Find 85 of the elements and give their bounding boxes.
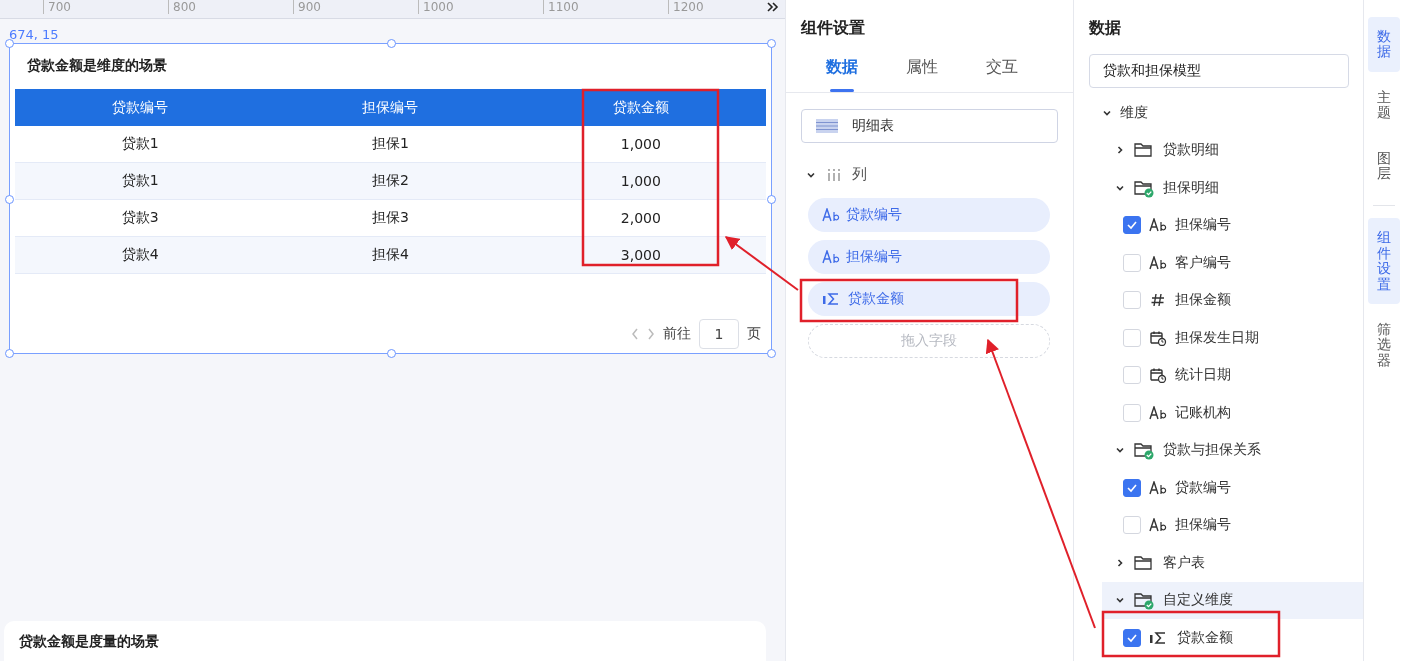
table-cell: 担保3 [265, 199, 516, 237]
text-type-icon [1149, 518, 1167, 533]
ruler-label: 900 [293, 0, 321, 14]
checkmark-icon [1126, 219, 1138, 232]
text-type-icon [1149, 218, 1167, 233]
text-type-icon [1149, 405, 1167, 420]
field-label[interactable]: 担保金额 [1175, 291, 1231, 310]
table-cell: 担保1 [265, 126, 516, 163]
checkbox[interactable] [1123, 478, 1141, 497]
field-label[interactable]: 担保编号 [1175, 516, 1231, 535]
card-title[interactable]: 贷款金额是度量的场景 [4, 621, 766, 661]
resize-handle[interactable] [767, 39, 776, 48]
field-label[interactable]: 贷款金额 [1177, 628, 1233, 647]
panel-title: 组件设置 [800, 17, 866, 39]
field-label[interactable]: 担保发生日期 [1175, 328, 1259, 347]
tab[interactable]: 数据 [802, 52, 882, 92]
tree-group-label[interactable]: 贷款与担保关系 [1163, 441, 1261, 460]
table-cell: 担保4 [265, 236, 516, 274]
table-cell: 1,000 [515, 162, 766, 200]
resize-handle[interactable] [767, 349, 776, 358]
double-chevron-icon[interactable] [767, 2, 779, 12]
chevron-right-icon[interactable] [1115, 557, 1125, 568]
card-title: 贷款金额是维度的场景 [26, 56, 168, 75]
tree-group-label[interactable]: 贷款明细 [1163, 141, 1219, 160]
tree-group-label[interactable]: 自定义维度 [1163, 591, 1233, 610]
model-select[interactable]: 贷款和担保模型 [1089, 54, 1349, 88]
resize-handle[interactable] [386, 349, 396, 358]
field-label[interactable]: 统计日期 [1175, 366, 1231, 385]
page-input[interactable]: 1 [699, 319, 739, 349]
chart-type-select[interactable]: 明细表 [801, 109, 1058, 143]
goto-label: 前往 [663, 325, 691, 343]
resize-handle[interactable] [5, 349, 14, 358]
text-type-icon [822, 250, 840, 264]
tab[interactable]: 交互 [962, 52, 1042, 92]
field-label[interactable]: 客户编号 [1175, 253, 1231, 272]
side-tab[interactable]: 主题 [1368, 77, 1400, 133]
calendar-clock-icon [1149, 367, 1167, 384]
text-type-icon [822, 208, 840, 222]
resize-handle[interactable] [5, 194, 14, 204]
columns-icon [826, 167, 842, 182]
tree-group-label[interactable]: 担保明细 [1163, 178, 1219, 197]
table-cell: 贷款1 [15, 126, 266, 163]
resize-handle[interactable] [5, 39, 14, 48]
ruler-label: 700 [43, 0, 71, 14]
hash-icon [1149, 293, 1167, 308]
ruler-label: 800 [168, 0, 196, 14]
ruler-label: 1100 [543, 0, 579, 14]
column-header: 担保编号 [265, 89, 516, 126]
tab[interactable]: 属性 [882, 52, 962, 92]
side-tab[interactable]: 图层 [1368, 138, 1400, 194]
panel-title: 数据 [1088, 17, 1122, 39]
field-chip[interactable]: 贷款编号 [808, 198, 1050, 232]
table-cell: 担保2 [265, 162, 516, 200]
ruler-label: 1200 [668, 0, 704, 14]
coordinates-label: 674, 15 [8, 26, 60, 43]
column-header: 贷款编号 [15, 89, 266, 126]
field-chip[interactable]: 担保编号 [808, 240, 1050, 274]
checkbox[interactable] [1123, 628, 1141, 647]
section-label[interactable]: 列 [852, 165, 867, 184]
chevron-left-icon[interactable] [631, 328, 639, 340]
checkbox[interactable] [1123, 216, 1141, 235]
page-label: 页 [747, 325, 761, 343]
table-cell: 2,000 [515, 199, 766, 237]
field-label[interactable]: 记账机构 [1175, 403, 1231, 422]
table-cell: 贷款4 [15, 236, 266, 274]
tree-group-label[interactable]: 客户表 [1163, 553, 1205, 572]
side-tab[interactable]: 数据 [1368, 17, 1400, 72]
field-label[interactable]: 贷款编号 [1175, 478, 1231, 497]
table-cell: 贷款3 [15, 199, 266, 237]
ruler-label: 1000 [418, 0, 454, 14]
text-type-icon [1149, 255, 1167, 270]
text-type-icon [1149, 480, 1167, 495]
side-tab[interactable]: 筛选器 [1368, 309, 1400, 381]
column-header: 贷款金额 [515, 89, 766, 126]
table-cell: 1,000 [515, 126, 766, 163]
resize-handle[interactable] [386, 39, 396, 48]
tree-group-label[interactable]: 维度 [1120, 103, 1148, 122]
table-icon [816, 119, 838, 133]
field-chip[interactable]: 贷款金额 [808, 282, 1050, 316]
resize-handle[interactable] [767, 194, 776, 204]
calendar-clock-icon [1149, 329, 1167, 346]
table-cell: 贷款1 [15, 162, 266, 200]
field-label[interactable]: 担保编号 [1175, 216, 1231, 235]
side-tab[interactable]: 组件设置 [1368, 218, 1400, 304]
chevron-right-icon[interactable] [1115, 145, 1125, 156]
